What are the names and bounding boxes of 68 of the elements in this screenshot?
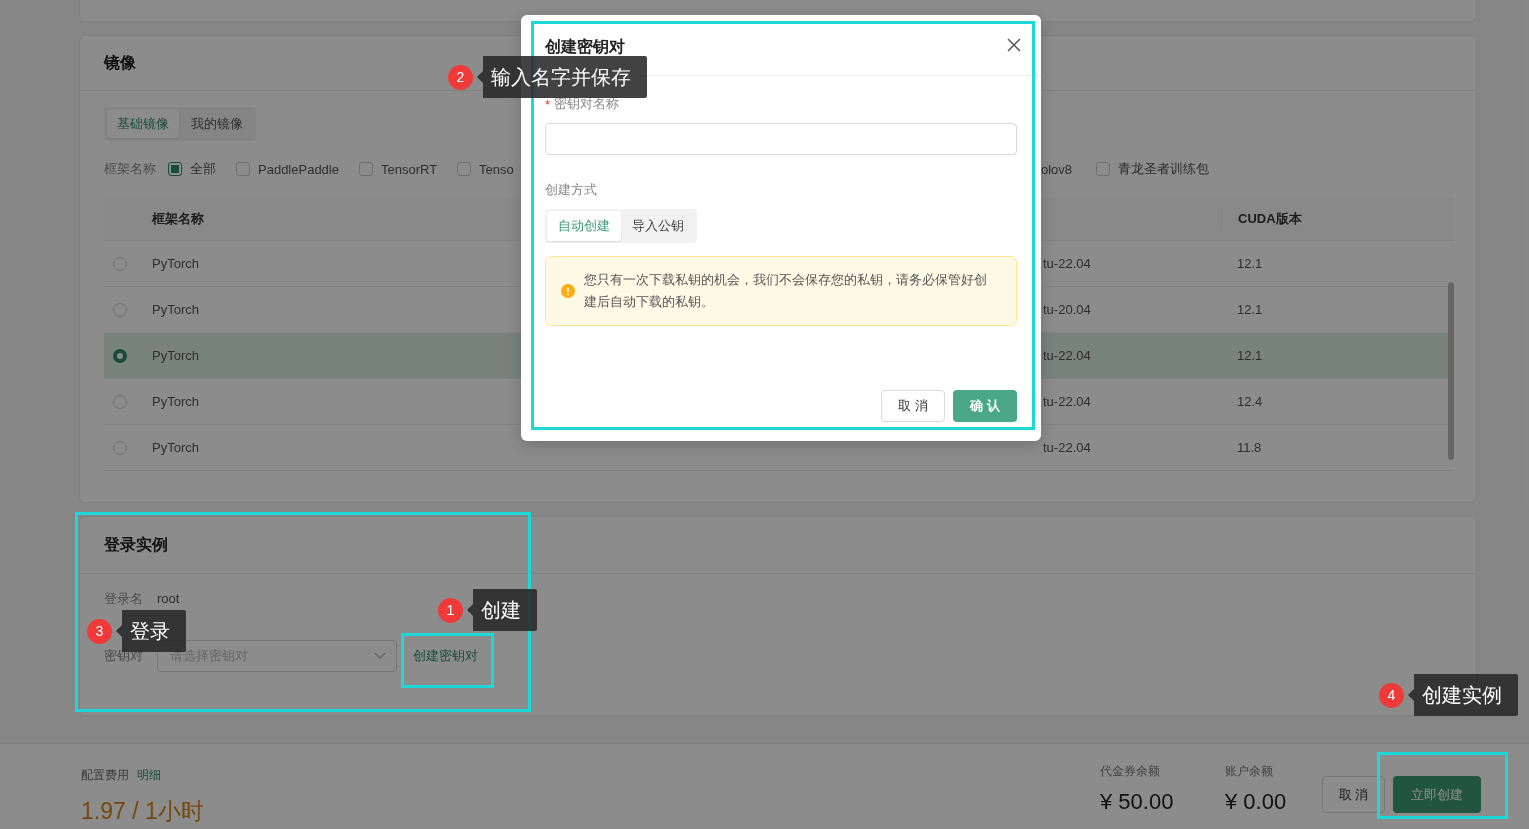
table-cell: PyTorch: [152, 256, 199, 271]
radio-button[interactable]: [113, 256, 127, 271]
required-mark: *: [545, 96, 551, 112]
table-cell: PyTorch: [152, 348, 199, 363]
balance-value: ¥ 50.00: [1100, 789, 1175, 815]
cancel-button[interactable]: 取 消: [1322, 776, 1385, 813]
field-label: 密钥对名称: [554, 95, 620, 113]
checkbox-label: Tenso: [479, 161, 514, 177]
radio-button[interactable]: [113, 394, 127, 409]
field-value: root: [157, 591, 180, 606]
table-cell: tu-22.04: [1043, 348, 1091, 363]
tab[interactable]: 我的镜像: [181, 110, 253, 138]
callout-label: 创建实例: [1408, 674, 1518, 716]
filter-label: 框架名称: [104, 160, 156, 178]
table-cell: 12.4: [1237, 394, 1263, 409]
tab[interactable]: 基础镜像: [107, 110, 179, 138]
checkbox-label: TensorRT: [380, 161, 438, 177]
checkbox[interactable]: [236, 162, 250, 176]
checkbox-label: 全部: [190, 160, 216, 178]
column-header: CUDA版本: [1238, 209, 1302, 228]
section-title: 镜像: [104, 52, 136, 73]
checkbox-label: olov8: [1041, 161, 1073, 177]
callout-label: 创建: [467, 589, 537, 631]
checkbox-label: PaddlePaddle: [258, 161, 339, 177]
field-label: 登录名: [104, 591, 143, 606]
radio-button[interactable]: [113, 440, 127, 455]
radio-button[interactable]: [113, 348, 127, 363]
callout-label: 登录: [116, 610, 186, 652]
balance-label: 代金券余额: [1100, 763, 1161, 780]
dialog-title: 创建密钥对: [545, 36, 625, 57]
balance-label: 账户余额: [1225, 763, 1274, 780]
table-cell: tu-22.04: [1043, 440, 1091, 455]
chevron-down-icon: [374, 652, 386, 660]
cancel-button[interactable]: 取 消: [881, 390, 945, 422]
table-cell: PyTorch: [152, 394, 199, 409]
scrollbar[interactable]: [1448, 282, 1454, 460]
callout-label: 输入名字并保存: [477, 56, 647, 98]
checkbox[interactable]: [1096, 162, 1111, 176]
radio-button[interactable]: [113, 302, 127, 317]
column-header: 框架名称: [152, 209, 204, 228]
warning-text: 您只有一次下载私钥的机会，我们不会保存您的私钥，请务必保管好创建后自动下载的私钥。: [584, 271, 988, 311]
table-cell: 11.8: [1237, 440, 1262, 455]
cost-label: 配置费用: [81, 768, 129, 782]
balance-value: ¥ 0.00: [1225, 789, 1288, 815]
tab[interactable]: 自动创建: [547, 211, 621, 241]
section-title: 登录实例: [104, 534, 168, 555]
table-cell: 12.1: [1237, 302, 1263, 317]
create-button[interactable]: 立即创建: [1393, 776, 1481, 813]
create-keypair-link[interactable]: 创建密钥对: [413, 647, 478, 665]
table-cell: tu-22.04: [1043, 394, 1091, 409]
checkbox[interactable]: [358, 162, 373, 176]
table-cell: PyTorch: [152, 302, 199, 317]
field-label: 创建方式: [545, 181, 597, 199]
input-field[interactable]: [545, 123, 1017, 155]
table-cell: 12.1: [1237, 256, 1263, 271]
checkbox-label: 青龙圣者训练包: [1118, 160, 1210, 178]
checkbox[interactable]: [168, 162, 182, 176]
table-cell: PyTorch: [152, 440, 199, 455]
detail-link[interactable]: 明细: [137, 768, 161, 782]
table-cell: 12.1: [1237, 348, 1263, 363]
table-cell: tu-22.04: [1043, 256, 1091, 271]
table-cell: tu-20.04: [1043, 302, 1091, 317]
checkbox[interactable]: [457, 162, 472, 176]
close-icon[interactable]: [1007, 38, 1021, 52]
confirm-button[interactable]: 确 认: [953, 390, 1017, 422]
tab[interactable]: 导入公钥: [621, 211, 695, 241]
warning-icon: [561, 284, 575, 298]
price: 1.97 / 1小时: [81, 797, 204, 826]
